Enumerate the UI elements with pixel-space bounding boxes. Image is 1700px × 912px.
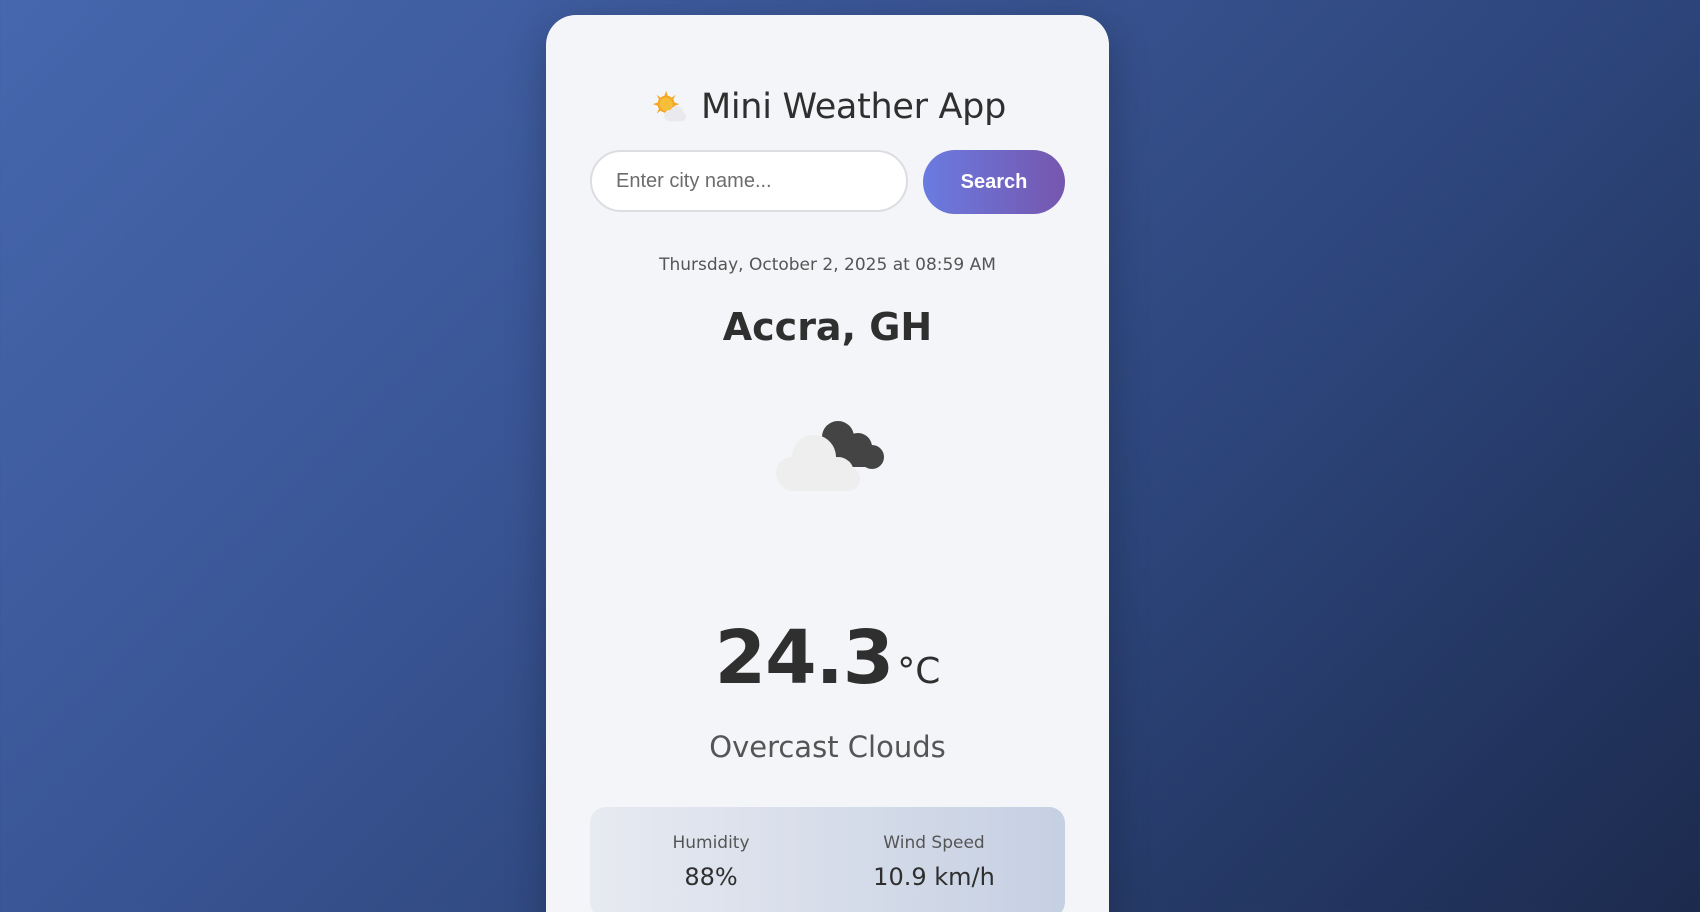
humidity-detail: Humidity 88% [656, 833, 766, 891]
header: Mini Weather App [546, 87, 1109, 127]
humidity-label: Humidity [672, 833, 750, 853]
temperature-unit: °C [897, 651, 941, 692]
wind-speed-value: 10.9 km/h [873, 863, 995, 891]
search-button[interactable]: Search [923, 150, 1065, 214]
weather-details-panel: Humidity 88% Wind Speed 10.9 km/h [590, 807, 1065, 912]
app-title: Mini Weather App [700, 87, 1007, 127]
wind-speed-detail: Wind Speed 10.9 km/h [864, 833, 1004, 891]
overcast-clouds-icon [776, 421, 884, 491]
current-datetime: Thursday, October 2, 2025 at 08:59 AM [659, 255, 996, 275]
wind-speed-label: Wind Speed [883, 833, 985, 853]
weather-card: Mini Weather App Search Thursday, Octobe… [546, 15, 1109, 912]
sun-behind-cloud-icon [652, 90, 687, 122]
temperature-value: 24.3 [714, 615, 895, 701]
humidity-value: 88% [684, 863, 738, 891]
temperature: 24.3 °C [546, 615, 1109, 701]
weather-condition: Overcast Clouds [709, 730, 946, 764]
city-search-input[interactable] [590, 150, 908, 212]
location-name: Accra, GH [722, 305, 933, 349]
